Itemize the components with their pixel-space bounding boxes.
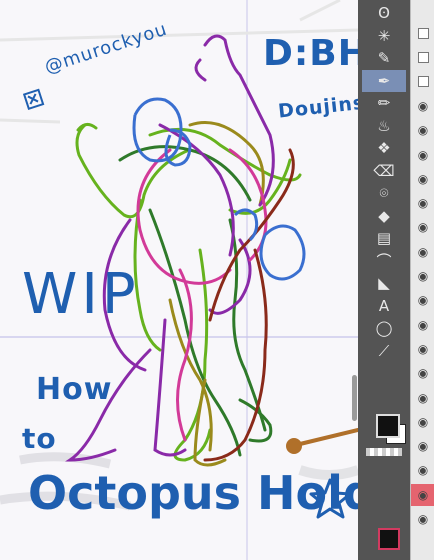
decoration-icon[interactable]: ❖ [362, 137, 406, 159]
layer-row-16[interactable]: ◉ [411, 411, 434, 433]
eyedropper-icon[interactable]: ✎ [362, 47, 406, 69]
layer-row-1[interactable] [411, 46, 434, 68]
airbrush-icon[interactable]: ♨ [362, 115, 406, 137]
layer-row-17[interactable]: ◉ [411, 435, 434, 457]
eraser-icon[interactable]: ⌫ [362, 160, 406, 182]
eye-icon[interactable]: ◉ [418, 512, 428, 526]
layer-row-14[interactable]: ◉ [411, 362, 434, 384]
canvas-scrollbar[interactable] [352, 375, 357, 421]
layer-row-4[interactable]: ◉ [411, 119, 434, 141]
layer-row-11[interactable]: ◉ [411, 289, 434, 311]
layer-row-0[interactable] [411, 22, 434, 44]
layer-row-20[interactable]: ◉ [411, 508, 434, 530]
eye-icon[interactable]: ◉ [418, 293, 428, 307]
bottom-color-indicator[interactable] [378, 528, 400, 550]
blend-icon[interactable]: ⌾ [362, 182, 406, 204]
how-label: How [36, 372, 113, 407]
eye-icon[interactable]: ◉ [418, 318, 428, 332]
layer-row-15[interactable]: ◉ [411, 387, 434, 409]
eye-icon[interactable]: ◉ [418, 123, 428, 137]
eye-icon[interactable]: ◉ [418, 439, 428, 453]
fill-icon[interactable]: ◆ [362, 205, 406, 227]
checkbox-icon[interactable] [417, 51, 429, 63]
title-line-1: D:BH [263, 33, 358, 74]
main-color-swatch[interactable] [376, 414, 400, 438]
pencil-icon[interactable]: ✏ [362, 92, 406, 114]
stick [286, 428, 358, 454]
text-icon[interactable]: A [362, 295, 406, 317]
checkbox-icon[interactable] [417, 27, 429, 39]
eye-icon[interactable]: ◉ [418, 391, 428, 405]
eye-icon[interactable]: ◉ [418, 148, 428, 162]
eye-icon[interactable]: ◉ [418, 463, 428, 477]
layer-row-8[interactable]: ◉ [411, 216, 434, 238]
layer-row-13[interactable]: ◉ [411, 338, 434, 360]
wip-label: WIP [22, 262, 140, 327]
eye-icon[interactable]: ◉ [418, 415, 428, 429]
layer-row-19[interactable]: ◉ [411, 483, 434, 506]
layer-row-10[interactable]: ◉ [411, 265, 434, 287]
eye-icon[interactable]: ◉ [418, 220, 428, 234]
gradient-icon[interactable]: ▤ [362, 227, 406, 249]
eye-icon[interactable]: ◉ [418, 196, 428, 210]
layer-row-12[interactable]: ◉ [411, 314, 434, 336]
eye-icon[interactable]: ◉ [418, 99, 428, 113]
layer-row-2[interactable] [411, 71, 434, 93]
x-logo-icon [22, 88, 45, 111]
transparent-swatch[interactable] [366, 448, 402, 456]
ruler-icon[interactable]: ◣ [362, 272, 406, 294]
eye-icon[interactable]: ◉ [418, 245, 428, 259]
eye-icon[interactable]: ◉ [418, 172, 428, 186]
drawing-canvas[interactable]: @murockyou D:BH Doujinshi WIP How to Oct… [0, 0, 358, 560]
to-label: to [22, 422, 57, 455]
eye-icon[interactable]: ◉ [418, 366, 428, 380]
layer-panel: ◉ ◉ ◉ ◉ ◉ ◉ ◉ ◉ ◉ ◉ ◉ ◉ ◉ ◉ ◉ ◉ ◉ ◉ [410, 0, 434, 560]
lasso-icon[interactable]: ʘ [362, 2, 406, 24]
magic-wand-icon[interactable]: ✳ [362, 25, 406, 47]
eye-icon[interactable]: ◉ [418, 342, 428, 356]
darkgreen-figure [118, 145, 273, 457]
checkbox-icon[interactable] [417, 76, 429, 88]
layer-row-6[interactable]: ◉ [411, 168, 434, 190]
headline-label: Octopus Hold [28, 466, 358, 520]
layer-row-18[interactable]: ◉ [411, 459, 434, 481]
correct-line-icon[interactable]: ⟋ [362, 340, 406, 362]
balloon-icon[interactable]: ◯ [362, 317, 406, 339]
layer-row-5[interactable]: ◉ [411, 144, 434, 166]
layer-row-3[interactable]: ◉ [411, 95, 434, 117]
layer-row-7[interactable]: ◉ [411, 192, 434, 214]
eye-icon[interactable]: ◉ [418, 269, 428, 283]
pen-icon[interactable]: ✒ [362, 69, 406, 92]
tool-palette: ʘ ✳ ✎ ✒ ✏ ♨ ❖ ⌫ ⌾ ◆ ▤ ⌒ ◣ A ◯ ⟋ [358, 0, 410, 560]
layer-row-9[interactable]: ◉ [411, 241, 434, 263]
eye-icon[interactable]: ◉ [418, 488, 428, 502]
figure-icon[interactable]: ⌒ [362, 250, 406, 272]
